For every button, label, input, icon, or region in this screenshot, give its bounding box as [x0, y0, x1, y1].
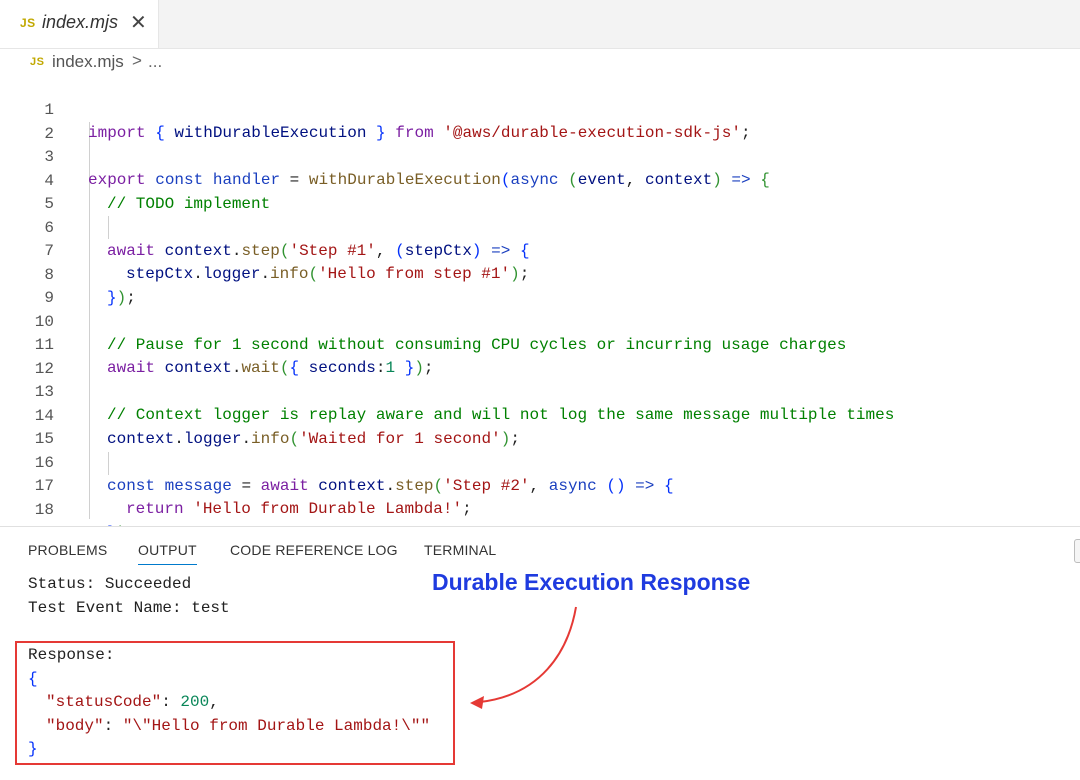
code-line: 1 import { withDurableExecution } from '… — [0, 76, 1080, 142]
code-editor[interactable]: 1 import { withDurableExecution } from '… — [0, 76, 1080, 542]
code-line: 3 export const handler = withDurableExec… — [0, 123, 1080, 189]
code-line: 8 }); — [0, 241, 1080, 307]
code-line: 13 // Context logger is replay aware and… — [0, 358, 1080, 424]
code-line: 18 }); — [0, 476, 1080, 542]
code-line: 15 — [0, 405, 1080, 448]
json-status-code: "statusCode": 200, — [46, 693, 219, 711]
code-line: 2 — [0, 100, 1080, 143]
json-open-brace: { — [28, 670, 38, 688]
panel-resize-handle[interactable] — [1074, 539, 1080, 563]
code-line: 12 — [0, 335, 1080, 378]
code-line: 17 return 'Hello from Durable Lambda!'; — [0, 452, 1080, 518]
json-close-brace: } — [28, 740, 38, 758]
tab-problems[interactable]: PROBLEMS — [28, 542, 107, 558]
code-line: 14 context.logger.info('Waited for 1 sec… — [0, 382, 1080, 448]
json-body: "body": "\"Hello from Durable Lambda!\"" — [46, 717, 431, 735]
tab-code-reference-log[interactable]: CODE REFERENCE LOG — [230, 542, 398, 558]
annotation-title: Durable Execution Response — [432, 569, 751, 595]
tab-index-mjs[interactable]: JS index.mjs ✕ — [0, 0, 159, 48]
tab-output[interactable]: OUTPUT — [138, 542, 197, 565]
code-line: 11 await context.wait({ seconds:1 }); — [0, 311, 1080, 377]
close-icon[interactable]: ✕ — [130, 10, 147, 35]
breadcrumb-more[interactable]: ... — [148, 52, 162, 72]
code-line: 10 // Pause for 1 second without consumi… — [0, 288, 1080, 354]
tab-label: index.mjs — [42, 12, 119, 32]
js-file-icon: JS — [30, 56, 45, 68]
code-line: 16 const message = await context.step('S… — [0, 429, 1080, 495]
code-line: 6 await context.step('Step #1', (stepCtx… — [0, 194, 1080, 260]
tab-terminal[interactable]: TERMINAL — [424, 542, 496, 558]
code-line: 4 // TODO implement — [0, 147, 1080, 213]
response-label: Response: — [28, 646, 115, 664]
code-line: 19 — [0, 499, 1080, 542]
code-line: 7 stepCtx.logger.info('Hello from step #… — [0, 217, 1080, 283]
status-line: Status: Succeeded — [28, 575, 192, 593]
panel-tabs: PROBLEMS OUTPUT CODE REFERENCE LOG TERMI… — [0, 527, 1080, 571]
annotation-arrow — [470, 606, 577, 709]
output-panel: PROBLEMS OUTPUT CODE REFERENCE LOG TERMI… — [0, 526, 1080, 780]
code-line: 5 — [0, 170, 1080, 213]
chevron-right-icon: > — [132, 51, 142, 70]
js-file-icon: JS — [20, 16, 36, 30]
breadcrumb: JS index.mjs > ... — [0, 48, 1080, 76]
test-event-line: Test Event Name: test — [28, 599, 230, 617]
breadcrumb-file[interactable]: index.mjs — [52, 52, 124, 72]
editor-tab-bar: JS index.mjs ✕ — [0, 0, 1080, 49]
code-line: 9 — [0, 264, 1080, 307]
